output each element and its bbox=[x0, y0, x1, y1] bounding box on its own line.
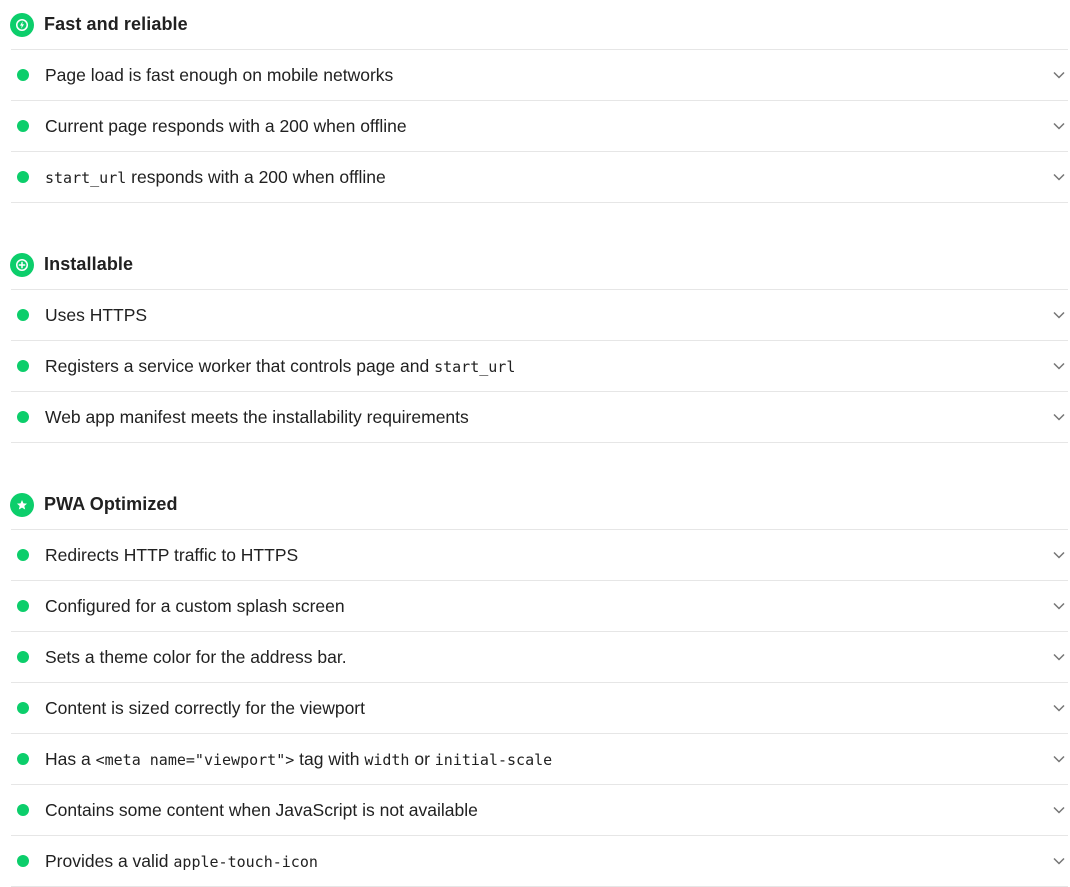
chevron-down-icon[interactable] bbox=[1052, 752, 1066, 766]
pwa-audit-report: Fast and reliable Page load is fast enoug… bbox=[10, 0, 1068, 887]
audit-row[interactable]: Configured for a custom splash screen bbox=[11, 581, 1068, 632]
audit-title: Has a <meta name="viewport"> tag with wi… bbox=[45, 749, 1052, 770]
audit-title: Configured for a custom splash screen bbox=[45, 596, 1052, 617]
audit-title-text: Web app manifest meets the installabilit… bbox=[45, 406, 469, 427]
chevron-down-icon[interactable] bbox=[1052, 548, 1066, 562]
audit-row[interactable]: Sets a theme color for the address bar. bbox=[11, 632, 1068, 683]
audit-row[interactable]: Page load is fast enough on mobile netwo… bbox=[11, 50, 1068, 101]
pass-status-icon bbox=[17, 411, 29, 423]
pass-status-icon bbox=[17, 120, 29, 132]
audit-title-text: Has a bbox=[45, 748, 96, 769]
audit-title: Content is sized correctly for the viewp… bbox=[45, 698, 1052, 719]
audit-title-code: start_url bbox=[434, 357, 516, 376]
audit-title: Registers a service worker that controls… bbox=[45, 356, 1052, 377]
audit-title-text: Content is sized correctly for the viewp… bbox=[45, 697, 365, 718]
plus-icon bbox=[10, 252, 34, 277]
group-header: Fast and reliable bbox=[10, 0, 1068, 50]
audit-title-code: start_url bbox=[45, 168, 127, 187]
audit-title-code: apple-touch-icon bbox=[173, 852, 318, 871]
audit-title-text: tag with bbox=[294, 748, 365, 769]
pass-status-icon bbox=[17, 804, 29, 816]
chevron-down-icon[interactable] bbox=[1052, 119, 1066, 133]
audit-title: start_url responds with a 200 when offli… bbox=[45, 167, 1052, 188]
group-title: Fast and reliable bbox=[44, 14, 188, 34]
audit-title-text: responds with a 200 when offline bbox=[126, 166, 386, 187]
chevron-down-icon[interactable] bbox=[1052, 701, 1066, 715]
chevron-down-icon[interactable] bbox=[1052, 599, 1066, 613]
chevron-down-icon[interactable] bbox=[1052, 170, 1066, 184]
audit-row[interactable]: start_url responds with a 200 when offli… bbox=[11, 152, 1068, 203]
audit-title-text: Current page responds with a 200 when of… bbox=[45, 115, 407, 136]
pass-status-icon bbox=[17, 702, 29, 714]
pass-status-icon bbox=[17, 309, 29, 321]
audit-title: Contains some content when JavaScript is… bbox=[45, 800, 1052, 821]
audit-title: Uses HTTPS bbox=[45, 305, 1052, 326]
pass-status-icon bbox=[17, 171, 29, 183]
chevron-down-icon[interactable] bbox=[1052, 854, 1066, 868]
pass-status-icon bbox=[17, 549, 29, 561]
audit-title: Current page responds with a 200 when of… bbox=[45, 116, 1052, 137]
audit-title: Web app manifest meets the installabilit… bbox=[45, 407, 1052, 428]
audit-row[interactable]: Redirects HTTP traffic to HTTPS bbox=[11, 530, 1068, 581]
audit-title-text: Uses HTTPS bbox=[45, 304, 148, 325]
audit-title: Provides a valid apple-touch-icon bbox=[45, 851, 1052, 872]
audit-title: Sets a theme color for the address bar. bbox=[45, 647, 1052, 668]
audit-row[interactable]: Has a <meta name="viewport"> tag with wi… bbox=[11, 734, 1068, 785]
audit-title-code: initial-scale bbox=[434, 750, 553, 769]
chevron-down-icon[interactable] bbox=[1052, 803, 1066, 817]
audit-row[interactable]: Registers a service worker that controls… bbox=[11, 341, 1068, 392]
group-header: PWA Optimized bbox=[10, 480, 1068, 530]
pass-status-icon bbox=[17, 651, 29, 663]
audit-title-code: width bbox=[364, 750, 410, 769]
audit-title-text: or bbox=[409, 748, 435, 769]
audit-row[interactable]: Content is sized correctly for the viewp… bbox=[11, 683, 1068, 734]
group-title: Installable bbox=[44, 254, 134, 274]
chevron-down-icon[interactable] bbox=[1052, 308, 1066, 322]
audit-row[interactable]: Contains some content when JavaScript is… bbox=[11, 785, 1068, 836]
chevron-down-icon[interactable] bbox=[1052, 410, 1066, 424]
audit-title-text: Provides a valid bbox=[45, 850, 174, 871]
star-icon bbox=[10, 492, 34, 517]
pass-status-icon bbox=[17, 69, 29, 81]
audit-title-text: Configured for a custom splash screen bbox=[45, 595, 345, 616]
audit-title-text: Redirects HTTP traffic to HTTPS bbox=[45, 544, 299, 565]
chevron-down-icon[interactable] bbox=[1052, 359, 1066, 373]
audit-row[interactable]: Current page responds with a 200 when of… bbox=[11, 101, 1068, 152]
lightning-bolt-icon bbox=[10, 12, 34, 37]
audit-title-text: Page load is fast enough on mobile netwo… bbox=[45, 64, 394, 85]
pass-status-icon bbox=[17, 855, 29, 867]
chevron-down-icon[interactable] bbox=[1052, 650, 1066, 664]
chevron-down-icon[interactable] bbox=[1052, 68, 1066, 82]
audit-row[interactable]: Uses HTTPS bbox=[11, 290, 1068, 341]
audit-title-text: Sets a theme color for the address bar. bbox=[45, 646, 347, 667]
group-title: PWA Optimized bbox=[44, 494, 178, 514]
pass-status-icon bbox=[17, 753, 29, 765]
audit-title-text: Registers a service worker that controls… bbox=[45, 355, 435, 376]
audit-row[interactable]: Provides a valid apple-touch-icon bbox=[11, 836, 1068, 887]
pass-status-icon bbox=[17, 360, 29, 372]
audit-title-code: <meta name="viewport"> bbox=[95, 750, 295, 769]
pass-status-icon bbox=[17, 600, 29, 612]
audit-row[interactable]: Web app manifest meets the installabilit… bbox=[11, 392, 1068, 443]
audit-title: Page load is fast enough on mobile netwo… bbox=[45, 65, 1052, 86]
group-header: Installable bbox=[10, 240, 1068, 290]
audit-title-text: Contains some content when JavaScript is… bbox=[45, 799, 478, 820]
audit-title: Redirects HTTP traffic to HTTPS bbox=[45, 545, 1052, 566]
